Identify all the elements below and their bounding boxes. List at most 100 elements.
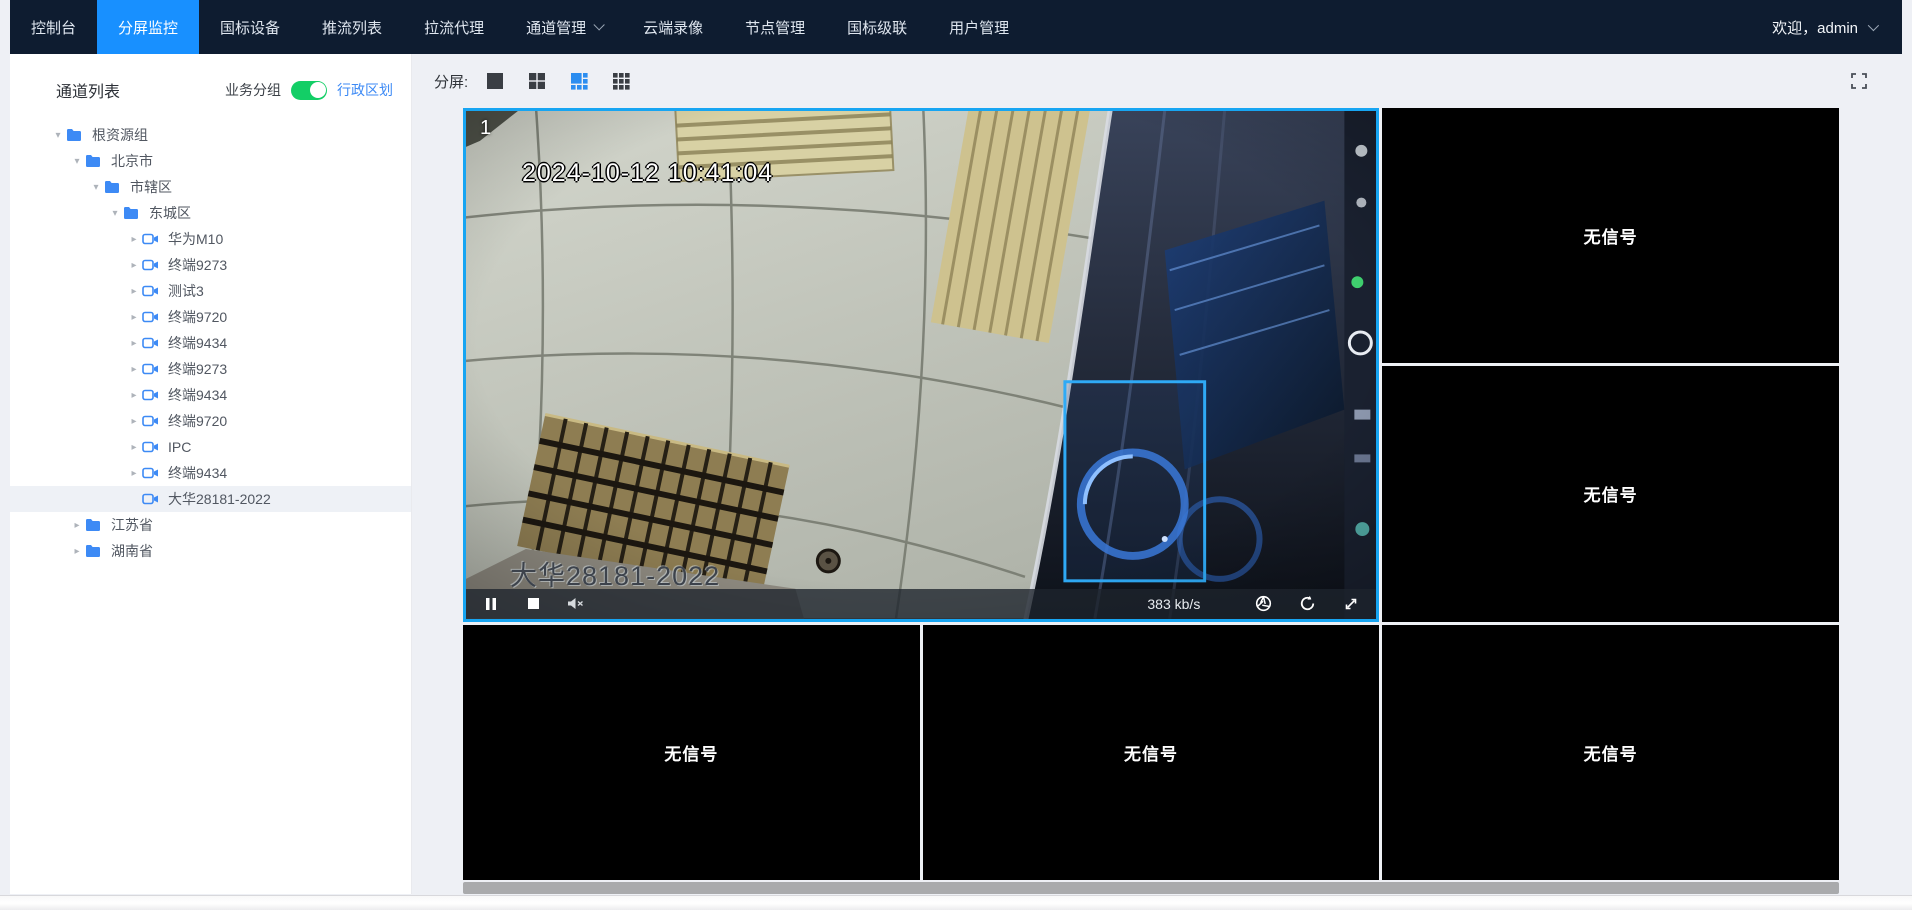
folder-icon [85, 154, 105, 168]
mute-icon[interactable] [566, 596, 584, 612]
camera-icon [142, 310, 162, 324]
tree-node[interactable]: IPC [10, 434, 411, 460]
video-cell-live[interactable]: 1 2024-10-12 10:41:04 大华28181-2022 [463, 108, 1379, 622]
split-1-icon[interactable] [484, 70, 506, 92]
tree-node-label: 终端9273 [168, 255, 227, 275]
fullscreen-icon[interactable] [1850, 72, 1868, 90]
tree-node[interactable]: 终端9434 [10, 382, 411, 408]
region-mode-label: 行政区划 [337, 80, 393, 100]
tree-node[interactable]: 终端9720 [10, 408, 411, 434]
tree-node[interactable]: 终端9434 [10, 330, 411, 356]
tree-node[interactable]: 大华28181-2022 [10, 486, 411, 512]
tree-expander-icon[interactable] [126, 260, 142, 271]
tree-expander-icon[interactable] [126, 468, 142, 479]
group-mode-toggle[interactable] [291, 81, 327, 100]
tree-expander-icon[interactable] [126, 442, 142, 453]
tree-node[interactable]: 东城区 [10, 200, 411, 226]
nav-tab[interactable]: 国标设备 [199, 0, 301, 54]
camera-icon [142, 362, 162, 376]
video-grid: 1 2024-10-12 10:41:04 大华28181-2022 [463, 108, 1839, 880]
camera-icon [142, 258, 162, 272]
tree-node-label: 东城区 [149, 203, 191, 223]
split-9-icon[interactable] [610, 70, 632, 92]
tree-node[interactable]: 测试3 [10, 278, 411, 304]
nav-tab[interactable]: 节点管理 [724, 0, 826, 54]
sidebar-header: 通道列表 业务分组 行政区划 [10, 54, 411, 118]
tree-expander-icon[interactable] [50, 130, 66, 141]
tree-node-label: 终端9434 [168, 333, 227, 353]
split-6-icon-active[interactable] [568, 70, 590, 92]
tree-node-label: 湖南省 [111, 541, 153, 561]
no-signal-label: 无信号 [1584, 481, 1638, 506]
camera-icon [142, 492, 162, 506]
user-menu[interactable]: 欢迎，admin [1772, 0, 1902, 54]
nav-tab[interactable]: 用户管理 [928, 0, 1030, 54]
video-camera-name: 大华28181-2022 [510, 554, 720, 593]
camera-icon [142, 232, 162, 246]
grouping-controls: 业务分组 行政区划 [225, 80, 393, 100]
video-cell-no-signal[interactable]: 无信号 [1382, 108, 1839, 363]
channel-sidebar: 通道列表 业务分组 行政区划 [10, 54, 412, 894]
tree-expander-icon[interactable] [126, 390, 142, 401]
tree-node[interactable]: 终端9273 [10, 356, 411, 382]
nav-tab[interactable]: 拉流代理 [403, 0, 505, 54]
grid-horizontal-scrollbar[interactable] [463, 882, 1839, 894]
nav-tab[interactable]: 云端录像 [622, 0, 724, 54]
tree-expander-icon[interactable] [69, 546, 85, 557]
sidebar-title: 通道列表 [56, 78, 120, 102]
tree-node[interactable]: 江苏省 [10, 512, 411, 538]
tree-node[interactable]: 华为M10 [10, 226, 411, 252]
tree-node[interactable]: 终端9434 [10, 460, 411, 486]
nav-tab[interactable]: 分屏监控 [97, 0, 199, 54]
nav-tab[interactable]: 推流列表 [301, 0, 403, 54]
tree-expander-icon[interactable] [69, 520, 85, 531]
tree-expander-icon[interactable] [107, 208, 123, 219]
top-nav: 控制台 分屏监控 国标设备 推流列表 拉流代理 通道管理 [10, 0, 1902, 54]
no-signal-label: 无信号 [664, 740, 718, 765]
tree-node[interactable]: 根资源组 [10, 122, 411, 148]
tree-expander-icon[interactable] [126, 286, 142, 297]
page-scrollbar[interactable] [0, 895, 1912, 910]
expand-icon[interactable] [1342, 596, 1360, 612]
tree-expander-icon[interactable] [88, 182, 104, 193]
tree-node[interactable]: 终端9273 [10, 252, 411, 278]
video-cell-no-signal[interactable]: 无信号 [1382, 625, 1839, 880]
stop-icon[interactable] [524, 596, 542, 612]
tree-node[interactable]: 北京市 [10, 148, 411, 174]
tree-expander-icon[interactable] [126, 234, 142, 245]
tree-node-label: 根资源组 [92, 125, 148, 145]
camera-icon [142, 336, 162, 350]
nav-tab[interactable]: 通道管理 [505, 0, 622, 54]
video-cell-no-signal[interactable]: 无信号 [463, 625, 920, 880]
tree-node-label: 测试3 [168, 281, 204, 301]
tree-expander-icon[interactable] [126, 312, 142, 323]
nav-tab-label: 云端录像 [643, 17, 703, 38]
video-cell-no-signal[interactable]: 无信号 [923, 625, 1380, 880]
tree-expander-icon[interactable] [126, 338, 142, 349]
tree-node-label: 北京市 [111, 151, 153, 171]
nav-tab-label: 通道管理 [526, 17, 586, 38]
video-control-bar: 383 kb/s [466, 589, 1376, 619]
nav-tabs: 控制台 分屏监控 国标设备 推流列表 拉流代理 通道管理 [10, 0, 1030, 54]
refresh-icon[interactable] [1298, 596, 1316, 612]
tree-node[interactable]: 湖南省 [10, 538, 411, 564]
channel-tree: 根资源组 北京市 [10, 118, 411, 564]
welcome-text: 欢迎，admin [1772, 17, 1858, 38]
tree-expander-icon[interactable] [69, 156, 85, 167]
video-cell-no-signal[interactable]: 无信号 [1382, 366, 1839, 621]
split-4-icon[interactable] [526, 70, 548, 92]
monitor-main: 分屏: [412, 54, 1902, 894]
nav-tab[interactable]: 控制台 [10, 0, 97, 54]
tree-expander-icon[interactable] [126, 364, 142, 375]
pause-icon[interactable] [482, 596, 500, 612]
tree-expander-icon[interactable] [126, 416, 142, 427]
tree-node-label: 终端9434 [168, 463, 227, 483]
folder-icon [85, 518, 105, 532]
tree-node-label: IPC [168, 439, 191, 455]
nav-tab[interactable]: 国标级联 [826, 0, 928, 54]
camera-icon [142, 388, 162, 402]
no-signal-label: 无信号 [1584, 223, 1638, 248]
tree-node[interactable]: 市辖区 [10, 174, 411, 200]
snapshot-icon[interactable] [1254, 596, 1272, 612]
tree-node[interactable]: 终端9720 [10, 304, 411, 330]
